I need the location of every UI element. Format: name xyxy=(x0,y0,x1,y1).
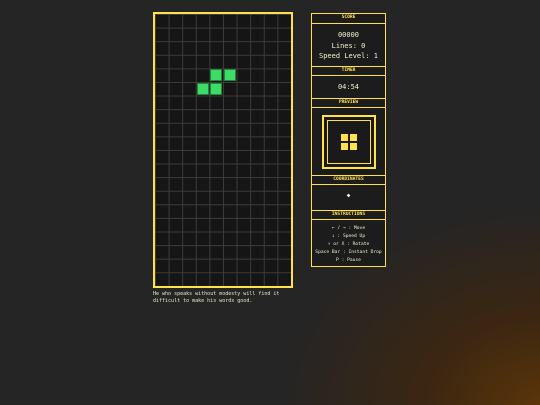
preview-cell xyxy=(349,133,358,142)
coordinates-header: COORDINATES xyxy=(312,175,385,185)
speed-level: Speed Level: 1 xyxy=(318,52,378,60)
score-header: SCORE xyxy=(312,14,385,24)
side-panel: SCORE 00000 Lines: 0 Speed Level: 1 TIME… xyxy=(311,13,386,267)
coordinates-diamond-icon: ◆ xyxy=(346,192,351,199)
preview-frame xyxy=(327,120,371,164)
instruction-pause: P : Pause xyxy=(336,258,361,263)
active-piece-block xyxy=(196,82,209,95)
quote-text: He who speaks without modesty will find … xyxy=(153,291,280,304)
active-piece-block xyxy=(210,69,223,82)
active-piece-block xyxy=(223,69,236,82)
instruction-move: ← / → : Move xyxy=(331,226,366,231)
game-board[interactable] xyxy=(153,12,293,288)
preview-cell xyxy=(340,133,349,142)
timer-value: 04:54 xyxy=(337,83,360,91)
instructions-header: INSTRUCTIONS xyxy=(312,210,385,220)
instruction-instant-drop: Space Bar : Instant Drop xyxy=(315,250,382,255)
preview-cell xyxy=(340,142,349,151)
preview-cell xyxy=(349,142,358,151)
instruction-speed-up: ↓ : Speed Up xyxy=(331,234,366,239)
active-piece-block xyxy=(210,82,223,95)
next-piece-preview xyxy=(322,115,376,169)
lines-count: Lines: 0 xyxy=(331,42,366,50)
timer-header: TIMER xyxy=(312,66,385,76)
score-value: 00000 xyxy=(337,31,360,39)
preview-header: PREVIEW xyxy=(312,98,385,108)
instruction-rotate: ↑ or X : Rotate xyxy=(327,242,370,247)
